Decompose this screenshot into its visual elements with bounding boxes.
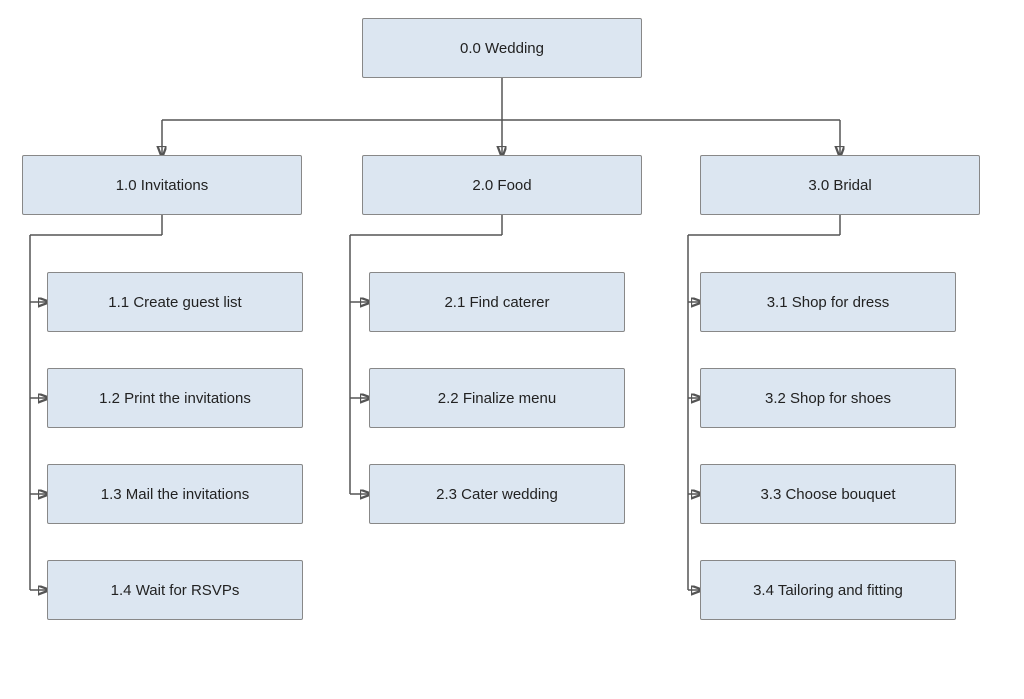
node-21: 2.1 Find caterer	[369, 272, 625, 332]
node-14: 1.4 Wait for RSVPs	[47, 560, 303, 620]
node-32: 3.2 Shop for shoes	[700, 368, 956, 428]
node-1: 1.0 Invitations	[22, 155, 302, 215]
node-23: 2.3 Cater wedding	[369, 464, 625, 524]
wbs-diagram: 0.0 Wedding 1.0 Invitations 2.0 Food 3.0…	[0, 0, 1024, 699]
node-12: 1.2 Print the invitations	[47, 368, 303, 428]
node-22: 2.2 Finalize menu	[369, 368, 625, 428]
node-31: 3.1 Shop for dress	[700, 272, 956, 332]
node-11: 1.1 Create guest list	[47, 272, 303, 332]
node-2: 2.0 Food	[362, 155, 642, 215]
node-34: 3.4 Tailoring and fitting	[700, 560, 956, 620]
node-33: 3.3 Choose bouquet	[700, 464, 956, 524]
node-root: 0.0 Wedding	[362, 18, 642, 78]
node-13: 1.3 Mail the invitations	[47, 464, 303, 524]
node-3: 3.0 Bridal	[700, 155, 980, 215]
